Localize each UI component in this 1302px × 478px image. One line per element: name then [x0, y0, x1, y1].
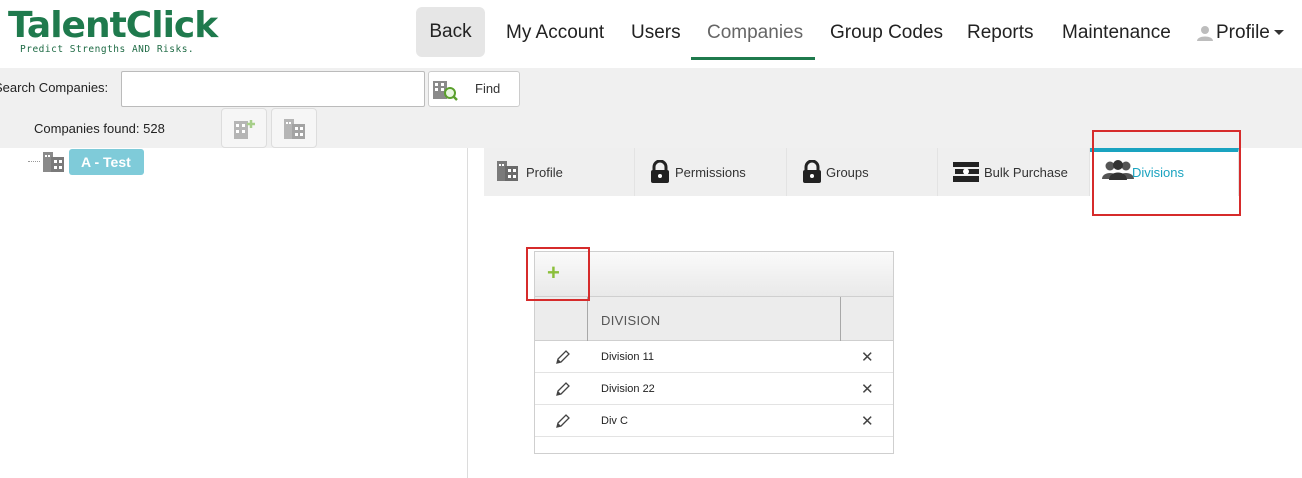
tree-node-company[interactable]: A - Test [69, 149, 144, 175]
brand-tagline: Predict Strengths AND Risks. [20, 44, 195, 55]
building-search-icon [433, 81, 458, 101]
tab-label: Groups [826, 165, 869, 180]
caret-down-icon [1273, 30, 1284, 36]
header-division[interactable]: DIVISION [588, 297, 841, 341]
user-icon [1197, 26, 1213, 41]
search-companies-input[interactable] [121, 71, 425, 107]
add-company-button[interactable] [221, 108, 267, 148]
pencil-icon[interactable] [555, 413, 571, 429]
lock-icon [803, 160, 821, 183]
table-row: Division 11 ✕ [535, 341, 893, 373]
money-stack-icon [953, 162, 979, 182]
tab-permissions[interactable]: Permissions [635, 148, 787, 196]
table-row: Div C ✕ [535, 405, 893, 437]
nav-companies[interactable]: Companies [707, 18, 803, 48]
highlight-box-add-button [526, 247, 590, 301]
delete-x-icon[interactable]: ✕ [861, 348, 874, 366]
tab-profile[interactable]: Profile [484, 148, 635, 196]
highlight-box-divisions-tab [1092, 130, 1241, 216]
nav-my-account[interactable]: My Account [506, 18, 604, 48]
pencil-icon[interactable] [555, 381, 571, 397]
find-label: Find [475, 81, 501, 96]
tab-label: Bulk Purchase [984, 165, 1068, 180]
find-button[interactable]: Find [428, 71, 520, 107]
division-name: Div C [601, 415, 628, 427]
nav-active-indicator [691, 57, 815, 60]
division-name: Division 22 [601, 383, 655, 395]
nav-reports[interactable]: Reports [967, 18, 1034, 48]
grid-header: DIVISION [535, 297, 893, 341]
nav-group-codes[interactable]: Group Codes [830, 18, 943, 48]
copy-company-button[interactable] [271, 108, 317, 148]
tab-bulk-purchase[interactable]: Bulk Purchase [938, 148, 1090, 196]
profile-label: Profile [1216, 22, 1270, 43]
delete-x-icon[interactable]: ✕ [861, 380, 874, 398]
back-button[interactable]: Back [416, 7, 485, 57]
profile-menu[interactable]: Profile [1216, 18, 1284, 48]
lock-icon [651, 160, 669, 183]
division-name: Division 11 [601, 351, 654, 363]
nav-users[interactable]: Users [631, 18, 681, 48]
tab-label: Permissions [675, 165, 746, 180]
buildings-icon [284, 119, 305, 139]
delete-x-icon[interactable]: ✕ [861, 412, 874, 430]
search-label: Search Companies: [0, 80, 109, 95]
brand-logo[interactable]: TalentClick Predict Strengths AND Risks. [8, 5, 218, 56]
panel-divider [467, 148, 468, 478]
tab-label: Profile [526, 165, 563, 180]
tree-connector [28, 161, 40, 162]
tab-groups[interactable]: Groups [787, 148, 938, 196]
building-icon [497, 161, 518, 181]
pencil-icon[interactable] [555, 349, 571, 365]
header-edit-column [535, 297, 588, 341]
nav-maintenance[interactable]: Maintenance [1062, 18, 1171, 48]
table-row: Division 22 ✕ [535, 373, 893, 405]
brand-name: TalentClick [8, 5, 218, 46]
header-delete-column [841, 297, 893, 341]
building-icon [43, 152, 64, 172]
building-add-icon [234, 120, 255, 139]
companies-found-count: Companies found: 528 [34, 121, 165, 136]
